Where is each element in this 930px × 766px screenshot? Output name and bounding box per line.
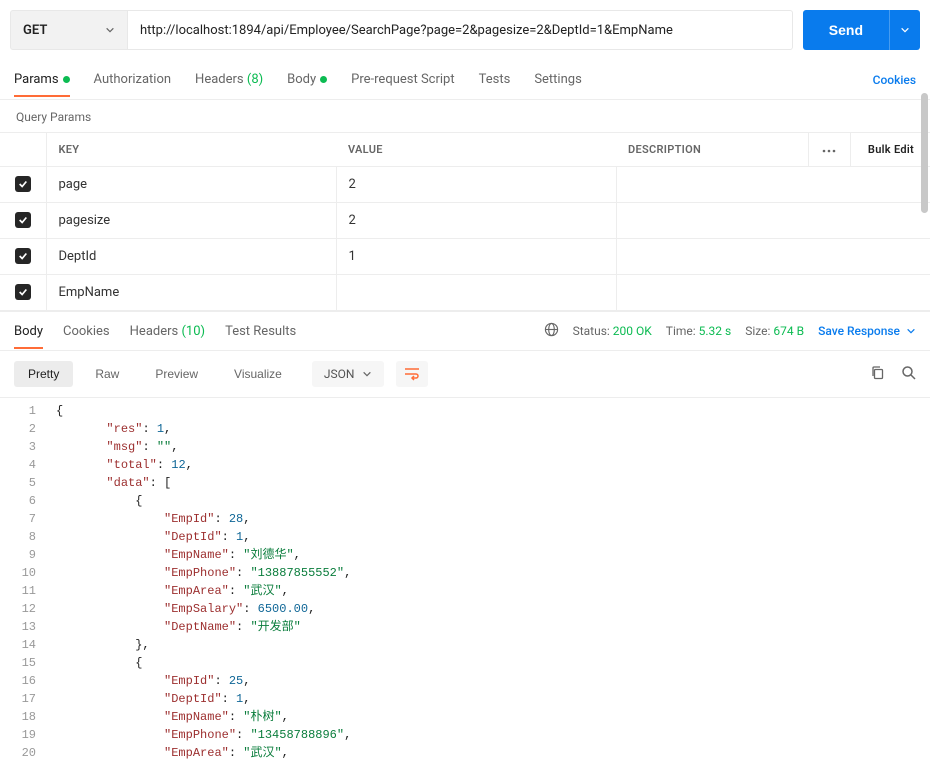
value-header: VALUE bbox=[336, 133, 616, 167]
view-preview[interactable]: Preview bbox=[141, 361, 212, 387]
copy-button[interactable] bbox=[870, 365, 885, 383]
checkbox-header bbox=[0, 133, 46, 167]
scrollbar-thumb[interactable] bbox=[921, 93, 928, 213]
wrap-lines-button[interactable] bbox=[396, 361, 428, 387]
chevron-down-icon bbox=[105, 25, 115, 35]
param-value[interactable] bbox=[336, 275, 616, 311]
tab-tests[interactable]: Tests bbox=[479, 63, 511, 96]
line-gutter: 1234567891011121314151617181920 bbox=[0, 398, 56, 766]
param-description[interactable] bbox=[616, 167, 930, 203]
time-text: Time: 5.32 s bbox=[666, 324, 731, 338]
view-bar: Pretty Raw Preview Visualize JSON bbox=[0, 351, 930, 398]
param-value[interactable]: 1 bbox=[336, 239, 616, 275]
params-indicator-icon bbox=[63, 76, 70, 83]
param-checkbox[interactable] bbox=[15, 212, 31, 228]
param-checkbox[interactable] bbox=[15, 284, 31, 300]
method-value: GET bbox=[23, 23, 47, 38]
more-options[interactable] bbox=[808, 133, 850, 167]
view-raw[interactable]: Raw bbox=[81, 361, 133, 387]
send-dropdown[interactable] bbox=[889, 10, 920, 50]
param-checkbox[interactable] bbox=[15, 248, 31, 264]
body-indicator-icon bbox=[320, 76, 327, 83]
size-text: Size: 674 B bbox=[745, 324, 804, 338]
url-value: http://localhost:1894/api/Employee/Searc… bbox=[140, 23, 673, 38]
copy-icon bbox=[870, 365, 885, 380]
tab-prerequest[interactable]: Pre-request Script bbox=[351, 63, 454, 96]
param-key[interactable]: page bbox=[46, 167, 336, 203]
param-description[interactable] bbox=[616, 275, 930, 311]
resp-tab-tests[interactable]: Test Results bbox=[225, 315, 296, 348]
save-response-link[interactable]: Save Response bbox=[818, 324, 916, 338]
param-description[interactable] bbox=[616, 239, 930, 275]
param-value[interactable]: 2 bbox=[336, 203, 616, 239]
request-tabs: Params Authorization Headers (8) Body Pr… bbox=[0, 60, 930, 100]
tab-authorization[interactable]: Authorization bbox=[94, 63, 172, 96]
code-content: { "res": 1, "msg": "", "total": 12, "dat… bbox=[56, 398, 930, 766]
url-input[interactable]: http://localhost:1894/api/Employee/Searc… bbox=[128, 10, 793, 50]
chevron-down-icon bbox=[362, 369, 372, 379]
response-tabs: Body Cookies Headers (10) Test Results S… bbox=[0, 311, 930, 351]
tab-settings[interactable]: Settings bbox=[534, 63, 581, 96]
param-row: page2 bbox=[0, 167, 930, 203]
bulk-edit-link[interactable]: Bulk Edit bbox=[850, 133, 930, 167]
params-table: KEY VALUE DESCRIPTION Bulk Edit page2pag… bbox=[0, 132, 930, 311]
send-button[interactable]: Send bbox=[803, 10, 920, 50]
globe-icon[interactable] bbox=[544, 322, 559, 340]
tab-body[interactable]: Body bbox=[287, 63, 327, 96]
dots-icon bbox=[822, 149, 836, 153]
chevron-down-icon bbox=[900, 25, 910, 35]
param-row: DeptId1 bbox=[0, 239, 930, 275]
wrap-icon bbox=[404, 367, 420, 381]
param-checkbox[interactable] bbox=[15, 176, 31, 192]
search-icon bbox=[901, 365, 916, 380]
resp-tab-headers[interactable]: Headers (10) bbox=[130, 315, 205, 348]
url-bar: GET http://localhost:1894/api/Employee/S… bbox=[0, 0, 930, 60]
description-header: DESCRIPTION bbox=[616, 133, 808, 167]
param-value[interactable]: 2 bbox=[336, 167, 616, 203]
status-text: Status: 200 OK bbox=[573, 324, 652, 338]
method-select[interactable]: GET bbox=[10, 10, 128, 50]
key-header: KEY bbox=[46, 133, 336, 167]
chevron-down-icon bbox=[906, 326, 916, 336]
resp-tab-body[interactable]: Body bbox=[14, 315, 43, 348]
param-description[interactable] bbox=[616, 203, 930, 239]
view-pretty[interactable]: Pretty bbox=[14, 361, 73, 387]
param-row: EmpName bbox=[0, 275, 930, 311]
param-key[interactable]: DeptId bbox=[46, 239, 336, 275]
search-button[interactable] bbox=[901, 365, 916, 383]
param-key[interactable]: EmpName bbox=[46, 275, 336, 311]
query-params-label: Query Params bbox=[0, 100, 930, 132]
send-label: Send bbox=[803, 10, 889, 50]
cookies-link[interactable]: Cookies bbox=[873, 73, 916, 87]
resp-tab-cookies[interactable]: Cookies bbox=[63, 315, 110, 348]
tab-headers[interactable]: Headers (8) bbox=[195, 63, 263, 96]
view-visualize[interactable]: Visualize bbox=[220, 361, 296, 387]
param-key[interactable]: pagesize bbox=[46, 203, 336, 239]
param-row: pagesize2 bbox=[0, 203, 930, 239]
format-select[interactable]: JSON bbox=[312, 361, 385, 387]
tab-params[interactable]: Params bbox=[14, 63, 70, 96]
response-body-editor[interactable]: 1234567891011121314151617181920 { "res":… bbox=[0, 398, 930, 766]
